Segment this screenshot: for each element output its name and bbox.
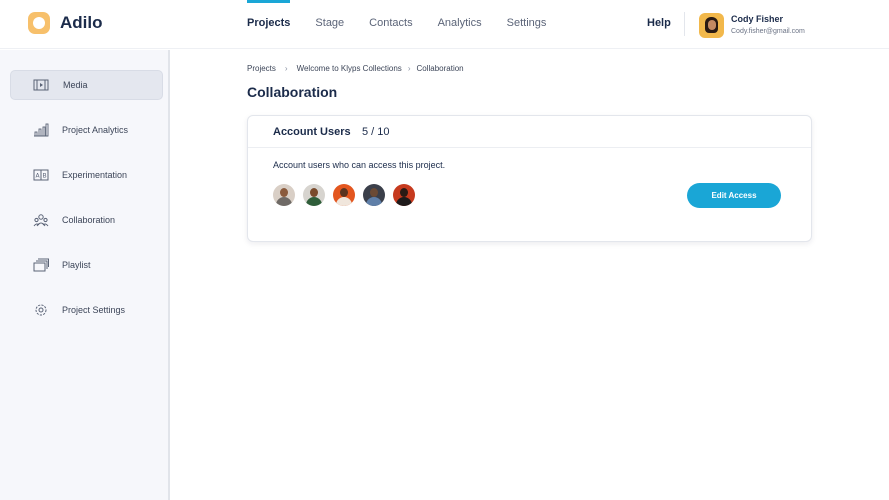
- sidebar-item-project-settings[interactable]: Project Settings: [10, 295, 163, 325]
- sidebar-item-label: Project Settings: [62, 305, 126, 315]
- sidebar-item-project-analytics[interactable]: Project Analytics: [10, 115, 163, 145]
- nav-analytics[interactable]: Analytics: [438, 0, 482, 49]
- avatar[interactable]: [333, 184, 355, 206]
- app-name: Adilo: [60, 13, 103, 32]
- edit-access-button[interactable]: Edit Access: [687, 183, 781, 208]
- help-link[interactable]: Help: [647, 17, 671, 29]
- sidebar-item-label: Playlist: [62, 260, 91, 270]
- sidebar-item-label: Experimentation: [62, 170, 128, 180]
- sidebar-item-media[interactable]: Media: [10, 70, 163, 100]
- settings-icon: [35, 304, 47, 316]
- nav-stage[interactable]: Stage: [315, 0, 344, 49]
- sidebar-item-label: Media: [63, 80, 88, 90]
- avatar[interactable]: [273, 184, 295, 206]
- header-divider: [684, 12, 685, 36]
- logo-icon: [28, 12, 50, 34]
- chevron-right-icon: ›: [407, 64, 411, 73]
- sidebar-item-collaboration[interactable]: Collaboration: [10, 205, 163, 235]
- page-title: Collaboration: [247, 84, 338, 100]
- avatar[interactable]: [303, 184, 325, 206]
- breadcrumb-current: Collaboration: [416, 64, 464, 73]
- svg-text:B: B: [43, 173, 47, 180]
- main-nav: Projects Stage Contacts Analytics Settin…: [247, 0, 571, 49]
- account-users-card: Account Users 5 / 10 Account users who c…: [247, 115, 812, 242]
- sidebar-item-label: Project Analytics: [62, 125, 129, 135]
- avatar[interactable]: [363, 184, 385, 206]
- chevron-right-icon: ›: [284, 64, 288, 73]
- user-email: Cody.fisher@gmail.com: [731, 28, 805, 35]
- media-icon: [33, 79, 49, 91]
- sidebar: Media Project Analytics A B Experimentat…: [0, 50, 170, 500]
- nav-projects[interactable]: Projects: [247, 0, 291, 49]
- top-navigation-bar: Adilo Projects Stage Contacts Analytics …: [0, 0, 889, 49]
- user-name[interactable]: Cody Fisher: [731, 14, 783, 24]
- sidebar-item-experimentation[interactable]: A B Experimentation: [10, 160, 163, 190]
- breadcrumb-projects[interactable]: Projects: [247, 64, 276, 73]
- app-logo[interactable]: Adilo: [28, 12, 103, 34]
- sidebar-item-playlist[interactable]: Playlist: [10, 250, 163, 280]
- breadcrumb-collection[interactable]: Welcome to Klyps Collections: [297, 64, 402, 73]
- sidebar-item-label: Collaboration: [62, 215, 116, 225]
- playlist-icon: [33, 258, 49, 272]
- nav-settings[interactable]: Settings: [507, 0, 547, 49]
- user-avatar-list: [273, 184, 423, 206]
- collaboration-icon: [33, 214, 49, 227]
- avatar[interactable]: [393, 184, 415, 206]
- nav-contacts[interactable]: Contacts: [369, 0, 412, 49]
- card-title: Account Users: [273, 126, 351, 138]
- svg-text:A: A: [36, 173, 41, 180]
- breadcrumb: Projects › Welcome to Klyps Collections …: [247, 64, 464, 73]
- experimentation-icon: A B: [33, 169, 49, 181]
- user-count: 5 / 10: [362, 126, 390, 138]
- card-header: Account Users 5 / 10: [248, 116, 811, 148]
- user-avatar[interactable]: [699, 13, 724, 38]
- analytics-icon: [34, 123, 49, 137]
- card-description: Account users who can access this projec…: [273, 160, 446, 170]
